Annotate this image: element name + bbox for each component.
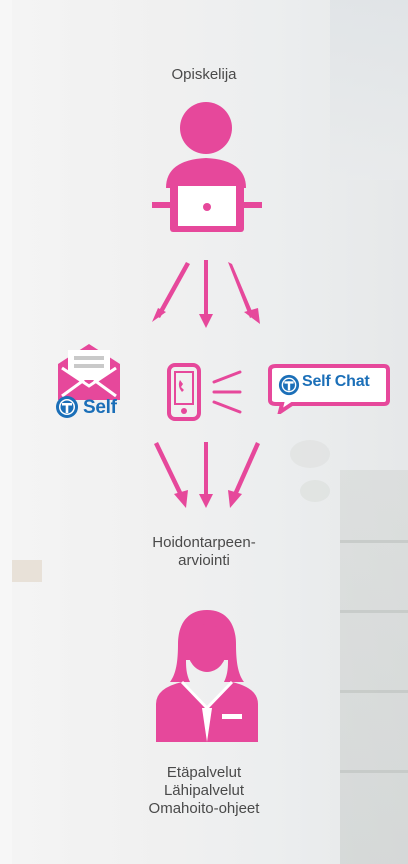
arrows-down-top — [152, 260, 260, 328]
bookshelf-line — [340, 610, 408, 613]
background-lamp — [300, 480, 330, 502]
bookshelf-line — [340, 690, 408, 693]
service-label-selfcare: Omahoito-ohjeet — [148, 800, 260, 817]
self-logo-icon — [56, 396, 78, 418]
assessment-label: Hoidontarpeen- arviointi — [152, 534, 256, 569]
background-wall — [0, 0, 12, 864]
background-window — [330, 0, 408, 180]
service-label-local: Lähipalvelut — [163, 782, 245, 799]
self-chat-brand-text: Self Chat — [302, 373, 370, 390]
signal-waves-icon — [212, 370, 242, 414]
background-lamp — [290, 440, 330, 468]
nurse-icon — [156, 610, 258, 742]
student-label: Opiskelija — [171, 66, 237, 83]
student-laptop-icon — [152, 102, 262, 232]
self-brand-text: Self — [83, 397, 117, 418]
self-chat-logo-icon — [278, 374, 300, 396]
background-sign — [12, 560, 42, 582]
phone-icon — [167, 363, 201, 421]
arrows-down-bottom — [154, 442, 260, 508]
service-label-remote: Etäpalvelut — [166, 764, 242, 781]
